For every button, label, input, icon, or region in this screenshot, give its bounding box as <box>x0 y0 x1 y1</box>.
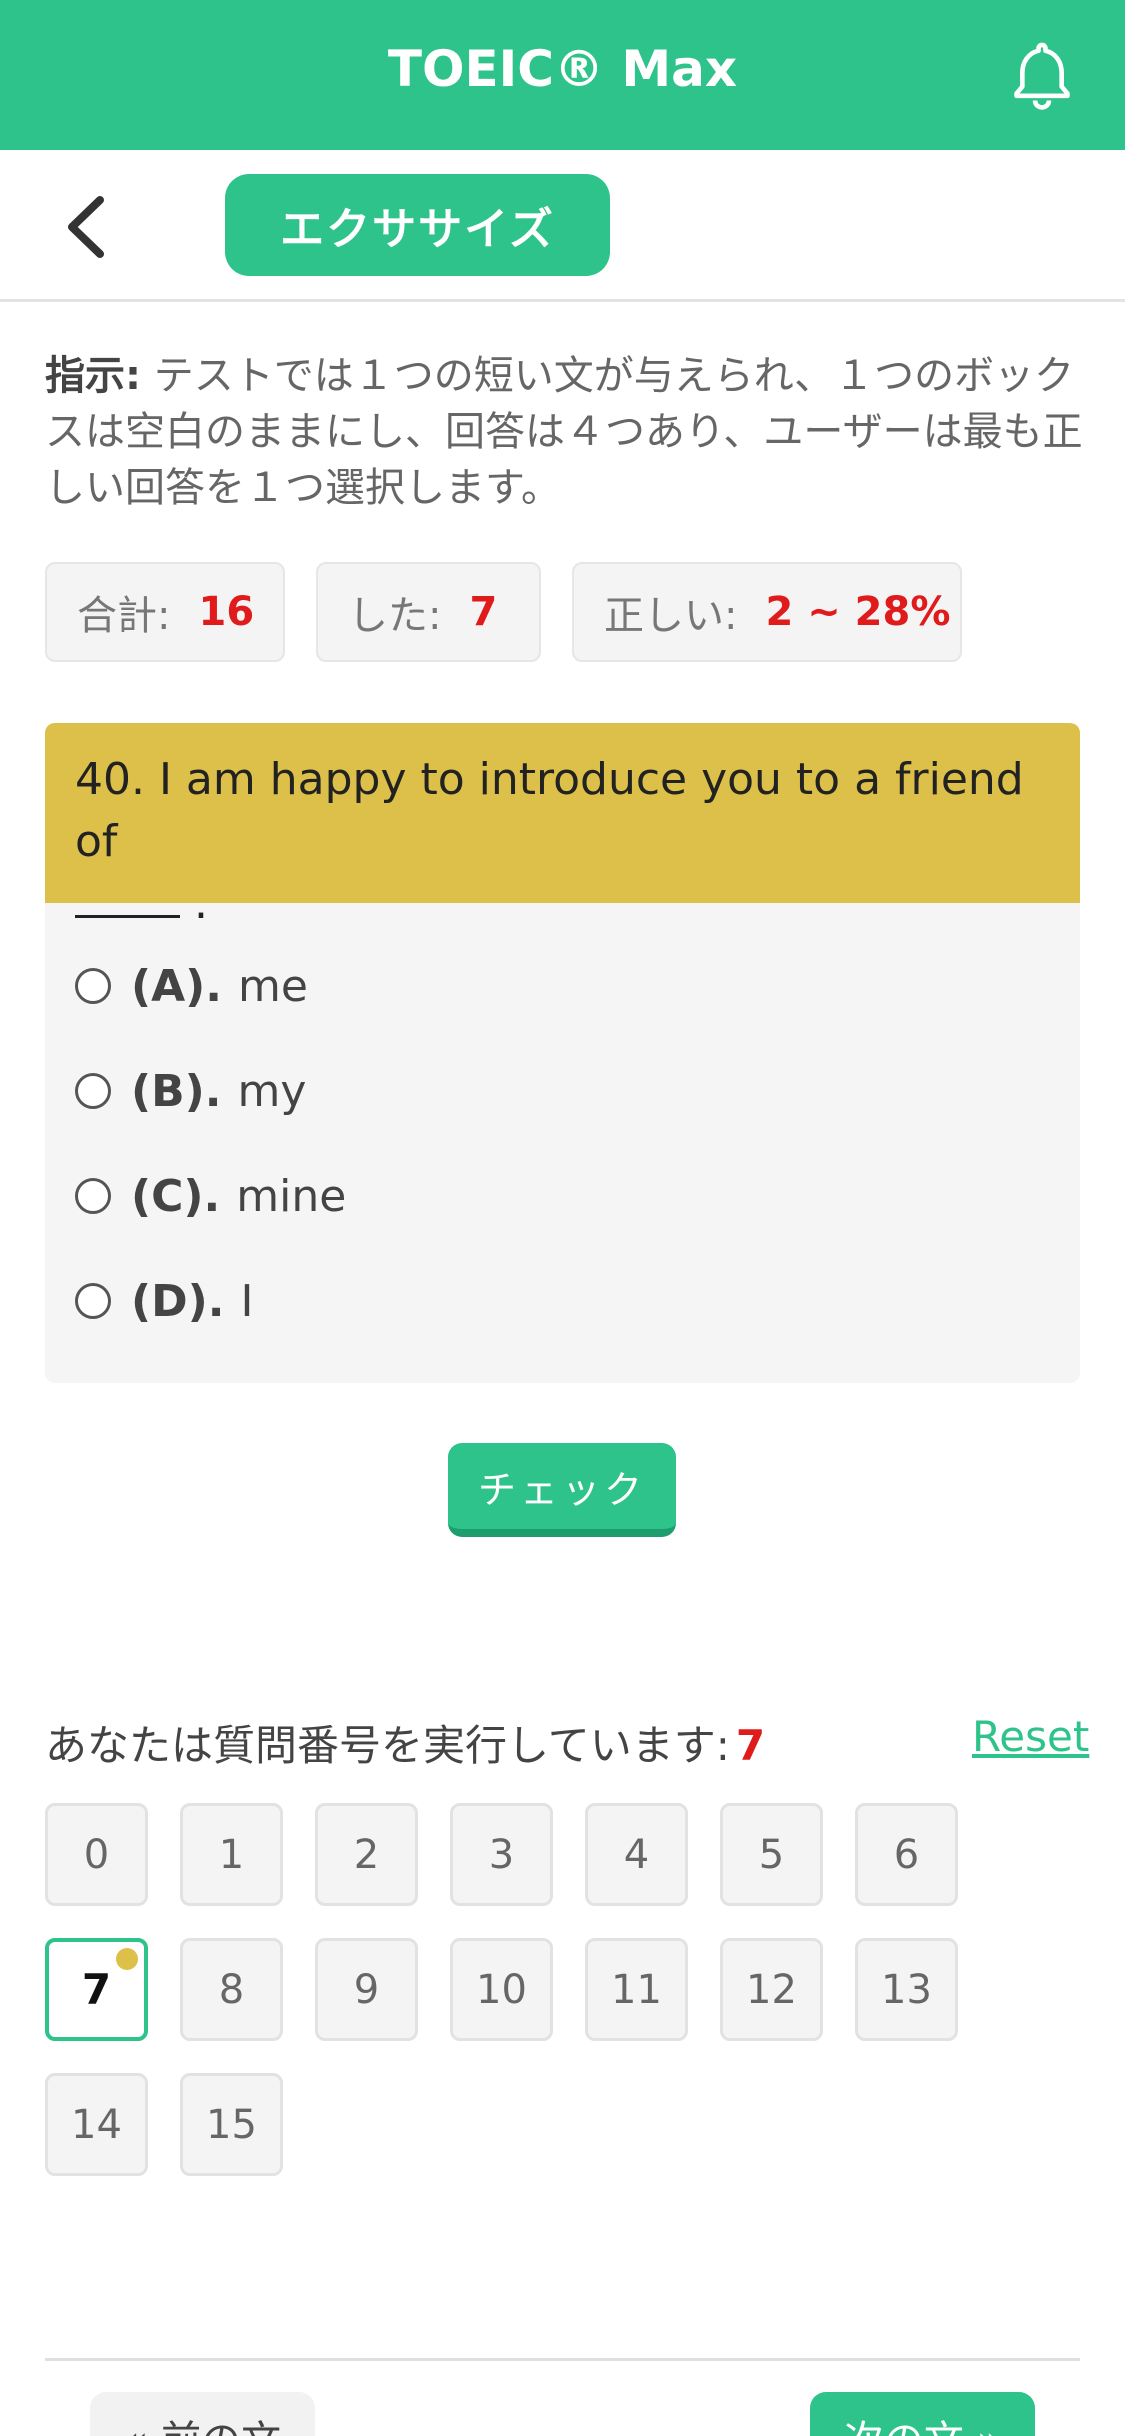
question-number-14[interactable]: 14 <box>45 2073 148 2176</box>
question-number-11[interactable]: 11 <box>585 1938 688 2041</box>
question-number-8[interactable]: 8 <box>180 1938 283 2041</box>
option-d[interactable]: (D). I <box>75 1271 253 1331</box>
option-c[interactable]: (C). mine <box>75 1166 346 1226</box>
current-question-number: 7 <box>735 1721 766 1770</box>
sub-navigation: エクササイズ <box>0 150 1125 302</box>
question-card: 40. I am happy to introduce you to a fri… <box>45 723 1080 1383</box>
stat-correct: 正しい: 2 ~ 28% <box>572 562 962 662</box>
stat-total-label: 合計: <box>77 593 171 639</box>
option-b[interactable]: (B). my <box>75 1061 306 1121</box>
stat-done: した: 7 <box>316 562 541 662</box>
progress-label-text: あなたは質問番号を実行しています: <box>45 1721 730 1770</box>
previous-sentence-button[interactable]: « 前の文 <box>90 2392 315 2436</box>
option-d-text: I <box>240 1275 254 1327</box>
instructions-label: 指示: <box>45 353 141 399</box>
progress-label: あなたは質問番号を実行しています: 7 <box>45 1712 765 1773</box>
reset-link[interactable]: Reset <box>972 1712 1089 1761</box>
option-a-key: (A). <box>131 960 222 1012</box>
question-number-5[interactable]: 5 <box>720 1803 823 1906</box>
tab-exercise[interactable]: エクササイズ <box>225 174 610 276</box>
radio-b[interactable] <box>75 1073 111 1109</box>
question-number-10[interactable]: 10 <box>450 1938 553 2041</box>
app-header: TOEIC® Max <box>0 0 1125 150</box>
question-number-2[interactable]: 2 <box>315 1803 418 1906</box>
instructions-text: テストでは１つの短い文が与えられ、１つのボックスは空白のままにし、回答は４つあり… <box>45 353 1083 511</box>
option-a-text: me <box>238 960 308 1012</box>
radio-a[interactable] <box>75 968 111 1004</box>
stat-total-value: 16 <box>198 589 255 635</box>
stat-total: 合計: 16 <box>45 562 285 662</box>
question-blank <box>75 878 180 918</box>
current-indicator-dot <box>116 1948 138 1970</box>
question-number-13[interactable]: 13 <box>855 1938 958 2041</box>
question-number-9[interactable]: 9 <box>315 1938 418 2041</box>
stat-done-label: した: <box>348 593 442 639</box>
stat-correct-value: 2 ~ 28% <box>765 589 951 635</box>
stat-done-value: 7 <box>469 589 498 635</box>
option-d-key: (D). <box>131 1275 225 1327</box>
question-number-1[interactable]: 1 <box>180 1803 283 1906</box>
option-c-text: mine <box>236 1170 347 1222</box>
option-a[interactable]: (A). me <box>75 956 308 1016</box>
question-number-0[interactable]: 0 <box>45 1803 148 1906</box>
question-sentence: 40. I am happy to introduce you to a fri… <box>75 754 1024 867</box>
question-number-12[interactable]: 12 <box>720 1938 823 2041</box>
question-number-6[interactable]: 6 <box>855 1803 958 1906</box>
radio-c[interactable] <box>75 1178 111 1214</box>
next-sentence-button[interactable]: 次の文 » <box>810 2392 1035 2436</box>
bell-icon[interactable] <box>1005 38 1079 112</box>
option-b-key: (B). <box>131 1065 222 1117</box>
question-number-7-label: 7 <box>81 1965 112 2014</box>
instructions: 指示: テストでは１つの短い文が与えられ、１つのボックスは空白のままにし、回答は… <box>45 348 1085 516</box>
question-number-7-current[interactable]: 7 <box>45 1938 148 2041</box>
question-end: . <box>194 878 208 929</box>
footer-divider <box>45 2358 1080 2361</box>
question-number-4[interactable]: 4 <box>585 1803 688 1906</box>
question-text: 40. I am happy to introduce you to a fri… <box>45 723 1080 929</box>
radio-d[interactable] <box>75 1283 111 1319</box>
option-c-key: (C). <box>131 1170 221 1222</box>
app-title: TOEIC® Max <box>387 40 738 98</box>
question-number-15[interactable]: 15 <box>180 2073 283 2176</box>
chevron-left-icon[interactable] <box>60 192 120 262</box>
check-button[interactable]: チェック <box>448 1443 676 1537</box>
question-number-3[interactable]: 3 <box>450 1803 553 1906</box>
option-b-text: my <box>237 1065 307 1117</box>
stat-correct-label: 正しい: <box>604 593 738 639</box>
